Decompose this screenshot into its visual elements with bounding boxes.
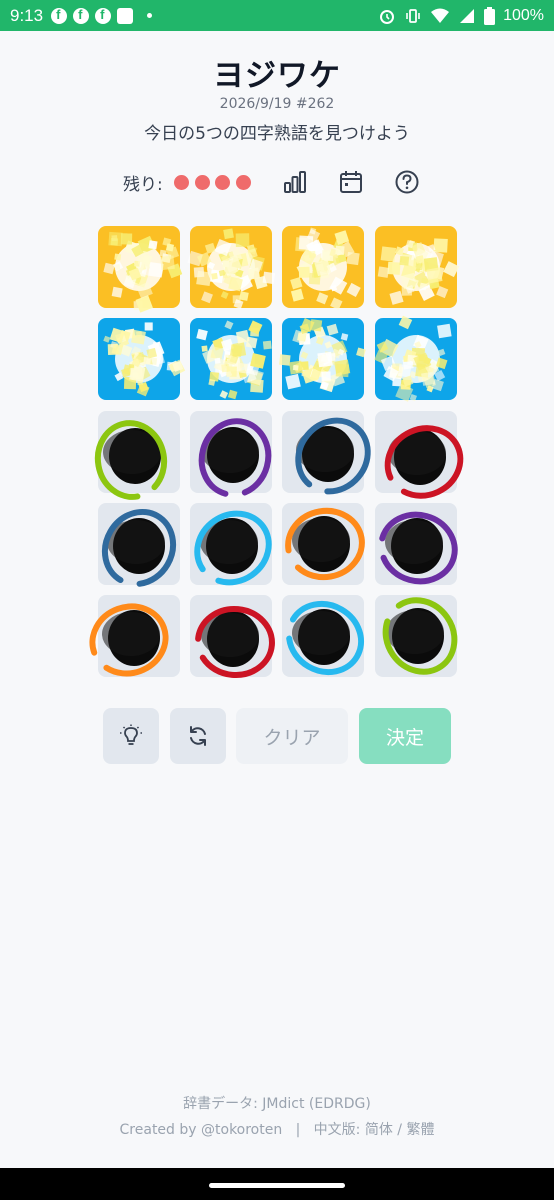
- submit-button[interactable]: 決定: [359, 708, 451, 764]
- word-tile[interactable]: [279, 318, 366, 400]
- vibrate-icon: [406, 8, 420, 23]
- word-tile[interactable]: [282, 595, 365, 677]
- calendar-button[interactable]: [338, 169, 364, 195]
- footer-slash: /: [397, 1122, 403, 1138]
- clear-button[interactable]: クリア: [236, 708, 348, 764]
- word-tile[interactable]: 漁: [98, 503, 180, 588]
- tile-character: [190, 503, 272, 585]
- simplified-chinese-link[interactable]: 简体: [365, 1122, 393, 1138]
- puzzle-date: 2026/9/19 #262: [219, 96, 335, 112]
- calendar-icon: [340, 171, 362, 193]
- status-time: 9:13: [10, 5, 44, 25]
- tile-character: [98, 595, 180, 677]
- tile-character: [282, 503, 364, 585]
- refresh-icon: [190, 726, 206, 746]
- life-dot: [174, 175, 189, 190]
- word-tile[interactable]: [374, 315, 457, 402]
- tile-character: [375, 503, 457, 585]
- page-title: ヨジワケ: [213, 58, 341, 94]
- word-tile[interactable]: [89, 595, 180, 677]
- word-tile[interactable]: [282, 503, 365, 585]
- word-tile[interactable]: 軍: [190, 595, 275, 679]
- tile-character: 相: [311, 442, 334, 467]
- author-link[interactable]: Created by @tokoroten: [120, 1122, 283, 1138]
- tile-character: [190, 318, 272, 400]
- shuffle-button[interactable]: [170, 708, 226, 764]
- word-tile[interactable]: [375, 595, 458, 677]
- facebook-icon: [73, 7, 90, 24]
- tile-character: [190, 226, 272, 308]
- life-dot: [236, 175, 251, 190]
- tile-character: [190, 411, 272, 493]
- signal-icon: [460, 8, 475, 23]
- word-tile[interactable]: [375, 226, 460, 308]
- word-tile[interactable]: [98, 318, 186, 400]
- tile-character: [282, 226, 364, 308]
- system-nav-bar: [0, 1168, 554, 1200]
- more-notifications-dot: [147, 13, 153, 18]
- hint-button[interactable]: [103, 708, 159, 764]
- word-tile[interactable]: 相: [282, 411, 371, 495]
- chinese-version-label: 中文版:: [313, 1122, 361, 1138]
- tile-character: 軍: [219, 626, 242, 651]
- life-dot: [195, 175, 210, 190]
- tile-character: [98, 226, 180, 308]
- dictionary-credit: 辞書データ: JMdict (EDRDG): [183, 1096, 371, 1112]
- life-dot: [215, 175, 230, 190]
- word-tile[interactable]: [98, 226, 183, 313]
- tile-character: [375, 411, 457, 493]
- help-button[interactable]: [394, 169, 420, 195]
- puzzle-description: 今日の5つの四字熟語を見つけよう: [144, 124, 410, 144]
- remaining-label: 残り:: [123, 175, 163, 195]
- facebook-icon: [51, 7, 68, 24]
- tile-character: [98, 411, 180, 493]
- stats-icon: [284, 171, 306, 193]
- wifi-icon: [431, 8, 450, 23]
- info-row: 残り:: [0, 167, 554, 197]
- word-tile[interactable]: [94, 411, 180, 500]
- word-tile[interactable]: [190, 318, 272, 400]
- word-tile[interactable]: [375, 411, 464, 499]
- tile-character: [98, 318, 180, 400]
- traditional-chinese-link[interactable]: 繁體: [406, 1122, 434, 1138]
- word-tile[interactable]: [190, 503, 272, 586]
- alarm-icon: [380, 9, 395, 24]
- word-tile[interactable]: [190, 411, 272, 498]
- tile-character: [375, 595, 457, 677]
- tile-character: 漁: [127, 534, 150, 559]
- word-tile[interactable]: [375, 503, 458, 585]
- word-tile[interactable]: [187, 226, 276, 309]
- tile-character: [375, 318, 457, 400]
- tile-character: [282, 318, 364, 400]
- tile-character: [375, 226, 457, 308]
- facebook-icon: [95, 7, 112, 24]
- footer-separator: |: [295, 1122, 301, 1138]
- battery-level: 100%: [503, 6, 544, 24]
- battery-icon: [484, 6, 496, 25]
- lightbulb-icon: [120, 724, 142, 745]
- chat-icon: [117, 7, 134, 24]
- word-tile[interactable]: [282, 226, 364, 310]
- tile-character: [282, 595, 364, 677]
- help-icon: [395, 170, 419, 194]
- status-bar: 9:13 100%: [0, 0, 554, 31]
- footer-credits: Created by @tokoroten | 中文版: 简体 / 繁體: [0, 1119, 554, 1139]
- home-handle[interactable]: [209, 1183, 345, 1188]
- stats-button[interactable]: [282, 169, 308, 195]
